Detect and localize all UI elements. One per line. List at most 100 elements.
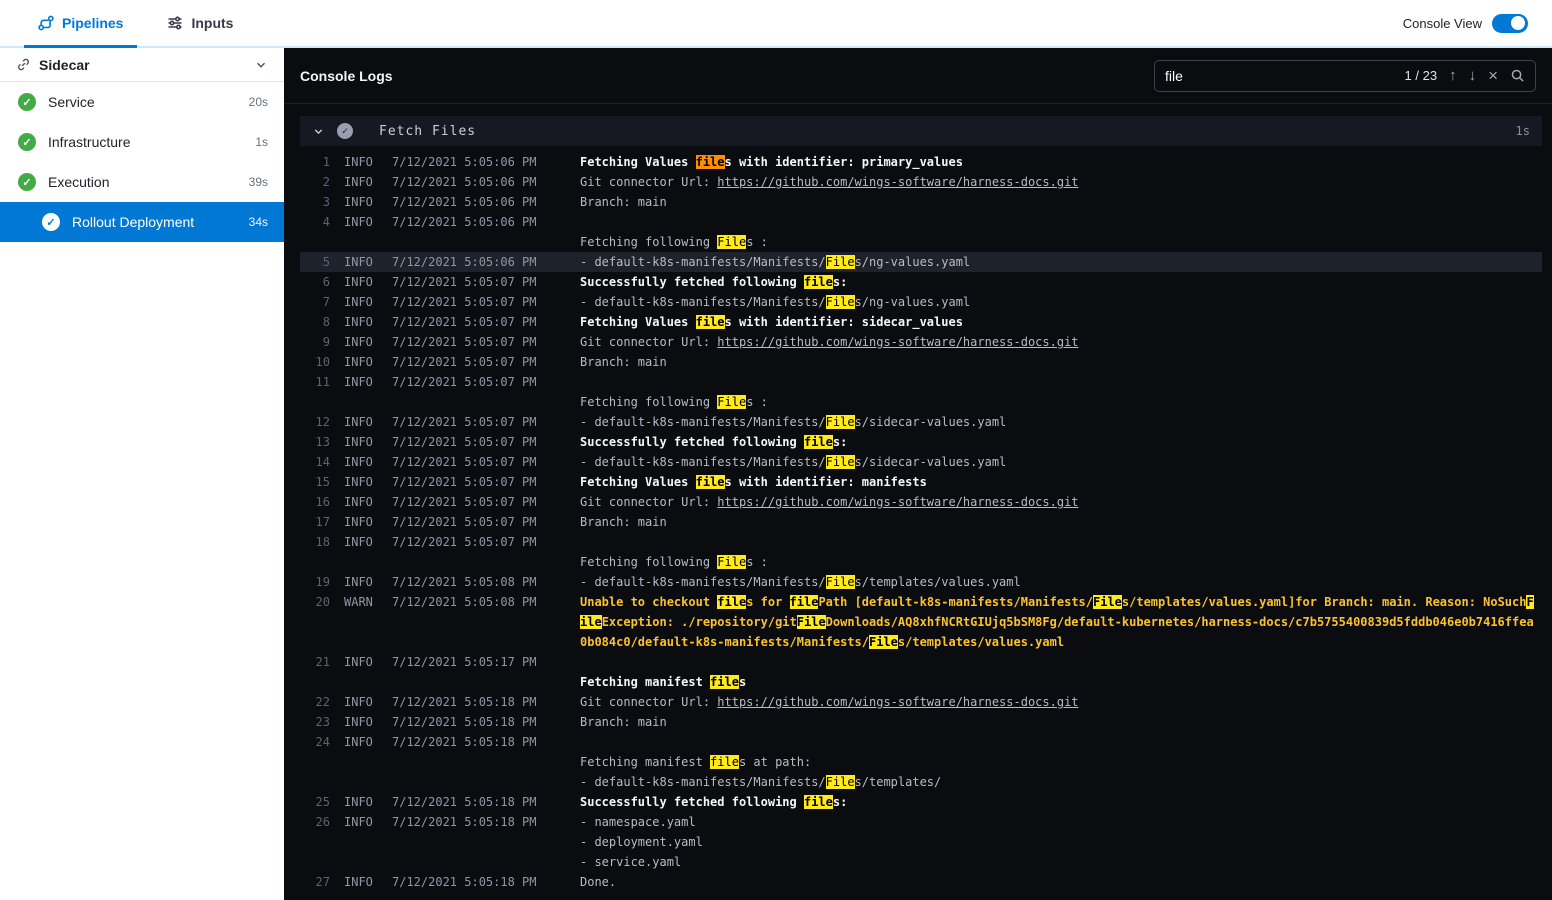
log-line: 25 INFO 7/12/2021 5:05:18 PM Successfully f… — [300, 792, 1542, 812]
line-number[interactable]: 13 — [300, 432, 330, 452]
line-number[interactable] — [300, 772, 330, 792]
log-line: Fetching manifest files — [300, 672, 1542, 692]
log-message — [580, 372, 1542, 392]
log-level: INFO — [344, 155, 373, 169]
log-timestamp: 7/12/2021 5:05:06 PM — [392, 255, 537, 269]
line-number[interactable]: 23 — [300, 712, 330, 732]
log-line: - default-k8s-manifests/Manifests/Files/… — [300, 772, 1542, 792]
line-number[interactable]: 3 — [300, 192, 330, 212]
log-message — [580, 732, 1542, 752]
log-level: INFO — [344, 195, 373, 209]
log-level — [344, 552, 386, 572]
line-number[interactable]: 1 — [300, 152, 330, 172]
log-level — [344, 392, 386, 412]
log-line: - service.yaml — [300, 852, 1542, 872]
log-link[interactable]: https://github.com/wings-software/harnes… — [717, 335, 1078, 349]
log-level: WARN — [344, 595, 373, 609]
line-number[interactable]: 8 — [300, 312, 330, 332]
log-message: Successfully fetched following files: — [580, 795, 848, 809]
log-section-title: Fetch Files — [379, 123, 477, 139]
step-duration: 39s — [248, 175, 268, 189]
line-number[interactable]: 4 — [300, 212, 330, 232]
log-line: 8 INFO 7/12/2021 5:05:07 PM Fetching Values… — [300, 312, 1542, 332]
log-message: - default-k8s-manifests/Manifests/Files/… — [580, 255, 971, 269]
line-number[interactable]: 24 — [300, 732, 330, 752]
line-number[interactable]: 25 — [300, 792, 330, 812]
log-line: 23 INFO 7/12/2021 5:05:18 PM Branch: main — [300, 712, 1542, 732]
line-number[interactable] — [300, 752, 330, 772]
log-message: - default-k8s-manifests/Manifests/Files/… — [580, 575, 1021, 589]
line-number[interactable]: 19 — [300, 572, 330, 592]
sidebar-group-sidecar[interactable]: Sidecar — [0, 48, 284, 82]
line-number[interactable]: 7 — [300, 292, 330, 312]
line-number[interactable]: 22 — [300, 692, 330, 712]
line-number[interactable]: 2 — [300, 172, 330, 192]
sidebar-item-rollout-deployment[interactable]: ✓ Rollout Deployment 34s — [0, 202, 284, 242]
log-level: INFO — [344, 795, 373, 809]
tab-pipelines[interactable]: Pipelines — [24, 0, 138, 48]
line-number[interactable]: 11 — [300, 372, 330, 392]
line-number[interactable] — [300, 672, 330, 692]
line-number[interactable] — [300, 612, 330, 632]
next-match-icon[interactable]: ↓ — [1469, 68, 1477, 83]
log-section-header[interactable]: ✓ Fetch Files 1s — [300, 116, 1542, 146]
log-line: - deployment.yaml — [300, 832, 1542, 852]
log-timestamp — [392, 672, 540, 692]
log-level: INFO — [344, 715, 373, 729]
search-input[interactable] — [1165, 67, 1393, 84]
close-icon[interactable]: × — [1488, 67, 1498, 84]
step-duration: 34s — [248, 215, 268, 229]
line-number[interactable] — [300, 852, 330, 872]
log-line: ileException: ./repository/gitFileDownlo… — [300, 612, 1542, 632]
line-number[interactable]: 18 — [300, 532, 330, 552]
line-number[interactable]: 12 — [300, 412, 330, 432]
log-timestamp: 7/12/2021 5:05:08 PM — [392, 575, 537, 589]
tab-inputs[interactable]: Inputs — [153, 0, 247, 46]
line-number[interactable] — [300, 632, 330, 652]
sidebar-item-label: Execution — [48, 174, 110, 190]
line-number[interactable]: 27 — [300, 872, 330, 892]
log-link[interactable]: https://github.com/wings-software/harnes… — [717, 175, 1078, 189]
line-number[interactable] — [300, 232, 330, 252]
line-number[interactable]: 20 — [300, 592, 330, 612]
log-level: INFO — [344, 475, 373, 489]
log-message — [580, 212, 1542, 232]
line-number[interactable]: 6 — [300, 272, 330, 292]
log-level: INFO — [344, 515, 373, 529]
line-number[interactable]: 16 — [300, 492, 330, 512]
log-timestamp: 7/12/2021 5:05:18 PM — [392, 875, 537, 889]
step-duration: 20s — [248, 95, 268, 109]
sidebar-group-label: Sidecar — [39, 56, 90, 73]
line-number[interactable]: 26 — [300, 812, 330, 832]
log-message: - deployment.yaml — [580, 835, 703, 849]
sidebar-item-infrastructure[interactable]: ✓ Infrastructure 1s — [0, 122, 284, 162]
line-number[interactable]: 5 — [300, 252, 330, 272]
previous-match-icon[interactable]: ↑ — [1449, 68, 1457, 83]
search-icon[interactable] — [1510, 68, 1525, 83]
line-number[interactable]: 9 — [300, 332, 330, 352]
line-number[interactable]: 21 — [300, 652, 330, 672]
line-number[interactable] — [300, 552, 330, 572]
console-view-toggle[interactable] — [1492, 13, 1528, 33]
chevron-down-icon[interactable] — [312, 125, 325, 138]
chevron-down-icon[interactable] — [254, 58, 268, 72]
log-message: Fetching manifest files — [580, 675, 747, 689]
log-level: INFO — [344, 655, 373, 669]
log-section-duration: 1s — [1515, 124, 1530, 138]
line-number[interactable]: 14 — [300, 452, 330, 472]
sidebar-item-service[interactable]: ✓ Service 20s — [0, 82, 284, 122]
log-level: INFO — [344, 455, 373, 469]
log-timestamp — [392, 632, 540, 652]
log-lines: 1 INFO 7/12/2021 5:05:06 PM Fetching Values… — [300, 152, 1542, 892]
console-header: Console Logs 1 / 23 ↑ ↓ × — [284, 48, 1552, 104]
log-link[interactable]: https://github.com/wings-software/harnes… — [717, 695, 1078, 709]
log-link[interactable]: https://github.com/wings-software/harnes… — [717, 495, 1078, 509]
line-number[interactable]: 15 — [300, 472, 330, 492]
log-message: - default-k8s-manifests/Manifests/Files/… — [580, 775, 942, 789]
line-number[interactable]: 17 — [300, 512, 330, 532]
line-number[interactable]: 10 — [300, 352, 330, 372]
line-number[interactable] — [300, 392, 330, 412]
line-number[interactable] — [300, 832, 330, 852]
sidebar-item-execution[interactable]: ✓ Execution 39s — [0, 162, 284, 202]
log-message: Successfully fetched following files: — [580, 275, 848, 289]
